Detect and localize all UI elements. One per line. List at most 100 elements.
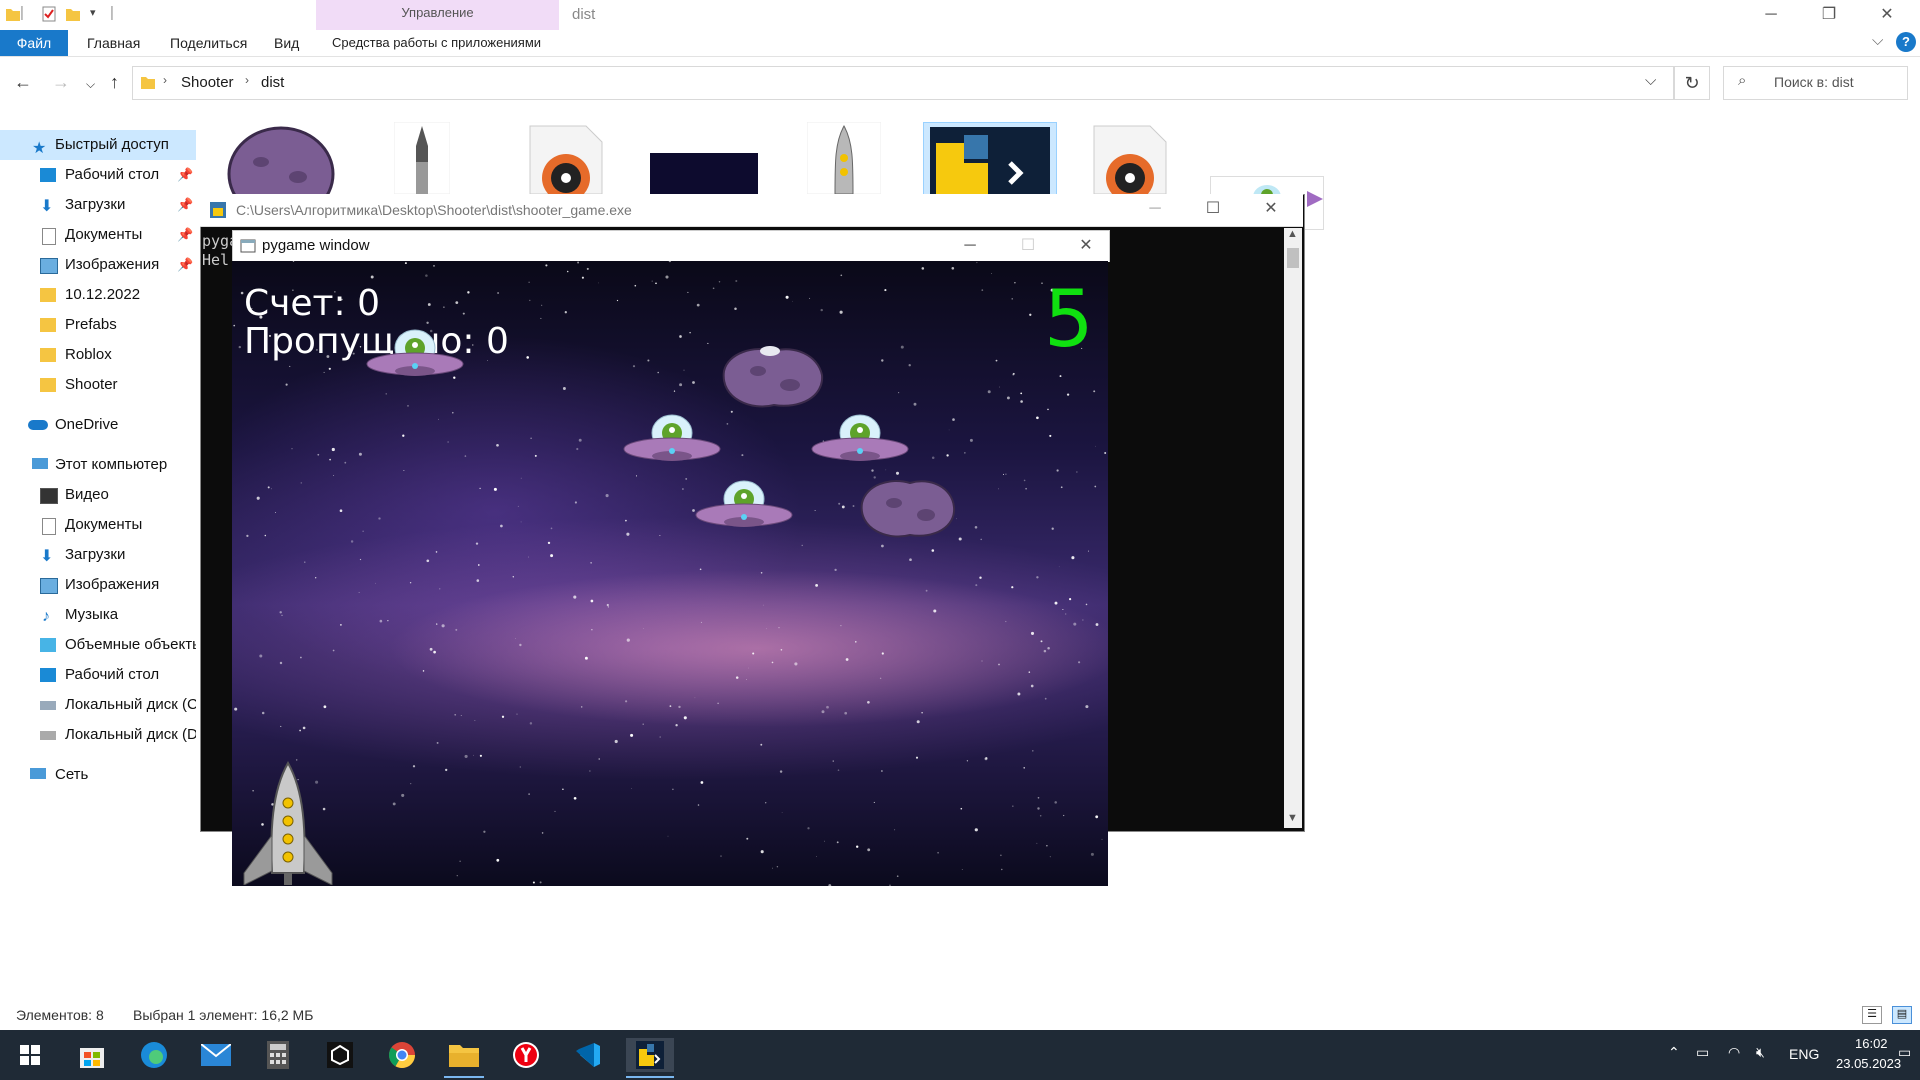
back-icon[interactable]: ← — [14, 72, 32, 93]
star — [946, 454, 949, 457]
tab-home[interactable]: Главная — [73, 30, 154, 56]
nav-item-music[interactable]: ♪ Музыка — [0, 600, 196, 630]
properties-icon[interactable] — [42, 6, 56, 22]
nav-item-drive-c[interactable]: Локальный диск (C:) — [0, 690, 196, 720]
nav-quick-access[interactable]: ★ Быстрый доступ — [0, 130, 196, 160]
mail-taskbar-icon[interactable] — [192, 1038, 240, 1072]
star — [496, 443, 499, 447]
tab-file[interactable]: Файл — [0, 30, 68, 56]
console-scrollbar[interactable]: ▲ ▼ — [1284, 228, 1302, 828]
nav-item-documents[interactable]: Документы — [0, 510, 196, 540]
star — [496, 858, 500, 862]
recent-locations-icon[interactable]: ⌵ — [86, 77, 95, 92]
nav-item-documents[interactable]: Документы 📌 — [0, 220, 196, 250]
minimize-button[interactable]: ─ — [1132, 196, 1178, 222]
file-explorer-taskbar-icon[interactable] — [440, 1038, 488, 1078]
clock-time[interactable]: 16:02 — [1855, 1036, 1888, 1051]
file-rocket-thumbnail[interactable] — [807, 122, 881, 194]
language-indicator[interactable]: ENG — [1789, 1046, 1819, 1062]
address-dropdown-icon[interactable]: ⌵ — [1645, 72, 1656, 89]
details-view-icon[interactable]: ☰ — [1862, 1006, 1882, 1024]
up-icon[interactable]: ↑ — [110, 72, 119, 93]
nav-label: Изображения — [65, 256, 160, 273]
refresh-button[interactable]: ↻ — [1674, 66, 1710, 100]
forward-icon[interactable]: → — [52, 72, 70, 93]
star — [669, 705, 672, 707]
scroll-up-icon[interactable]: ▲ — [1287, 228, 1298, 240]
customize-quick-access-icon[interactable]: ▾ — [90, 6, 96, 19]
minimize-button[interactable]: ─ — [1748, 2, 1794, 28]
star — [317, 453, 320, 456]
restore-button[interactable]: ❐ — [1806, 2, 1852, 28]
tab-app-tools[interactable]: Средства работы с приложениями — [318, 30, 555, 56]
close-button[interactable]: ✕ — [1063, 233, 1109, 259]
file-sound-thumbnail[interactable] — [1090, 122, 1170, 194]
file-galaxy-thumbnail[interactable] — [650, 153, 758, 195]
nav-item-network[interactable]: Сеть — [0, 760, 196, 790]
file-sound-thumbnail[interactable] — [526, 122, 606, 194]
star — [659, 535, 661, 537]
maximize-button[interactable]: ☐ — [1005, 233, 1051, 259]
nav-item-3d-objects[interactable]: Объемные объекты — [0, 630, 196, 660]
yandex-taskbar-icon[interactable] — [502, 1038, 550, 1072]
show-hidden-icons-icon[interactable]: ⌃ — [1668, 1044, 1680, 1061]
star — [1001, 868, 1003, 871]
maximize-button[interactable]: ☐ — [1190, 196, 1236, 222]
nav-item-this-pc[interactable]: Этот компьютер — [0, 450, 196, 480]
file-bullet-thumbnail[interactable] — [394, 122, 450, 194]
unity-taskbar-icon[interactable] — [316, 1038, 364, 1072]
pin-icon[interactable]: 📌 — [177, 250, 193, 280]
edge-taskbar-icon[interactable] — [130, 1038, 178, 1072]
nav-item-folder[interactable]: Roblox — [0, 340, 196, 370]
nav-item-desktop[interactable]: Рабочий стол 📌 — [0, 160, 196, 190]
nav-item-pictures[interactable]: Изображения — [0, 570, 196, 600]
expand-ribbon-icon[interactable]: ⌵ — [1872, 32, 1883, 49]
nav-item-folder[interactable]: Prefabs — [0, 310, 196, 340]
pin-icon[interactable]: 📌 — [177, 160, 193, 190]
file-asteroid-thumbnail[interactable] — [226, 122, 336, 194]
nav-item-drive-d[interactable]: Локальный диск (D:) — [0, 720, 196, 750]
folder-icon — [6, 9, 20, 21]
large-icons-view-icon[interactable]: ▤ — [1892, 1006, 1912, 1024]
star — [625, 700, 628, 703]
calculator-taskbar-icon[interactable] — [254, 1038, 302, 1072]
nav-item-onedrive[interactable]: OneDrive — [0, 410, 196, 440]
breadcrumb-item[interactable]: Shooter — [181, 74, 234, 91]
nav-item-desktop[interactable]: Рабочий стол — [0, 660, 196, 690]
start-button[interactable] — [6, 1038, 54, 1072]
volume-muted-icon[interactable]: 🔇︎ — [1756, 1044, 1765, 1061]
nav-item-downloads[interactable]: ⬇ Загрузки 📌 — [0, 190, 196, 220]
nav-item-downloads[interactable]: ⬇ Загрузки — [0, 540, 196, 570]
scroll-down-icon[interactable]: ▼ — [1287, 812, 1298, 824]
tab-share[interactable]: Поделиться — [156, 30, 261, 56]
star — [541, 304, 543, 306]
new-folder-icon[interactable] — [66, 6, 80, 22]
python-app-taskbar-icon[interactable] — [626, 1038, 674, 1078]
star — [651, 280, 653, 282]
battery-icon[interactable]: ▭ — [1696, 1044, 1709, 1061]
pin-icon[interactable]: 📌 — [177, 220, 193, 250]
notifications-icon[interactable]: ▭ — [1898, 1044, 1911, 1061]
file-shooter-game-exe-thumbnail[interactable] — [923, 122, 1057, 196]
pin-icon[interactable]: 📌 — [177, 190, 193, 220]
wifi-icon[interactable]: ◠ — [1728, 1044, 1740, 1061]
breadcrumb-item[interactable]: dist — [261, 74, 284, 91]
search-box[interactable]: ⌕ Поиск в: dist — [1723, 66, 1908, 100]
nav-item-videos[interactable]: Видео — [0, 480, 196, 510]
address-bar[interactable]: › Shooter › dist ⌵ — [132, 66, 1674, 100]
store-taskbar-icon[interactable] — [68, 1038, 116, 1072]
nav-item-folder[interactable]: 10.12.2022 — [0, 280, 196, 310]
search-placeholder[interactable]: Поиск в: dist — [1774, 74, 1854, 90]
scroll-thumb[interactable] — [1287, 248, 1299, 268]
tab-view[interactable]: Вид — [260, 30, 313, 56]
close-button[interactable]: ✕ — [1248, 196, 1294, 222]
close-button[interactable]: ✕ — [1864, 2, 1910, 28]
help-icon[interactable]: ? — [1896, 32, 1916, 52]
clock-date[interactable]: 23.05.2023 — [1836, 1056, 1901, 1071]
game-canvas[interactable]: Счет: 0 Пропущено: 0 5 — [232, 261, 1108, 886]
nav-item-folder[interactable]: Shooter — [0, 370, 196, 400]
vscode-taskbar-icon[interactable] — [564, 1038, 612, 1072]
chrome-taskbar-icon[interactable] — [378, 1038, 426, 1072]
minimize-button[interactable]: ─ — [947, 233, 993, 259]
nav-item-pictures[interactable]: Изображения 📌 — [0, 250, 196, 280]
